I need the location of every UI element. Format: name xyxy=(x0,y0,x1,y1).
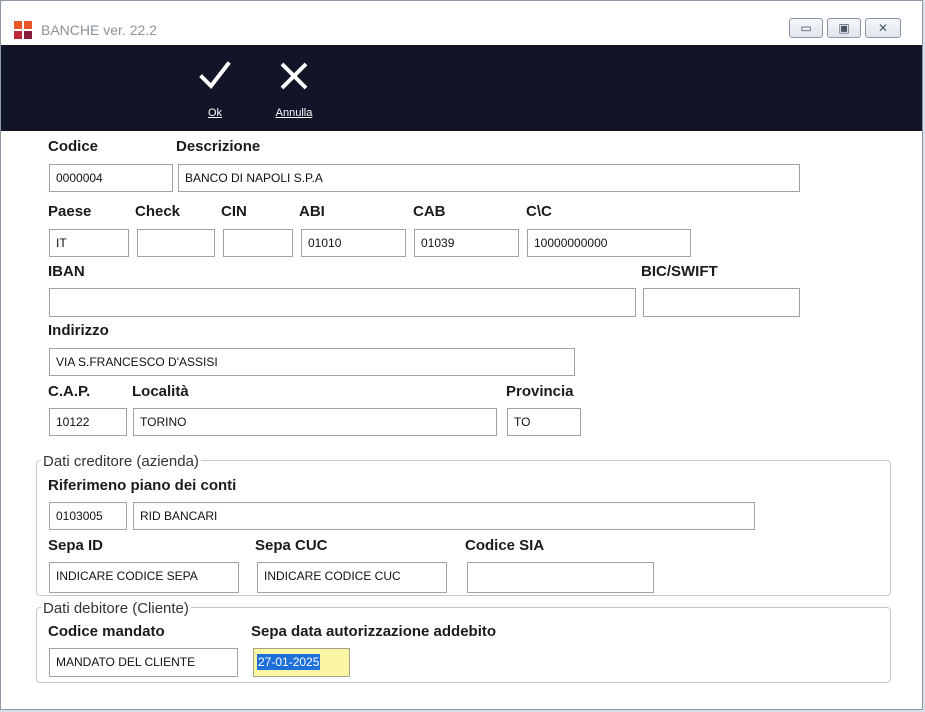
cap-field[interactable]: 10122 xyxy=(49,408,127,436)
paese-field[interactable]: IT xyxy=(49,229,129,257)
cin-label: CIN xyxy=(221,203,247,220)
localita-label: Località xyxy=(132,383,189,400)
cancel-button[interactable]: Annulla xyxy=(254,45,334,131)
close-button[interactable]: ✕ xyxy=(865,18,901,38)
abi-field[interactable]: 01010 xyxy=(301,229,406,257)
indirizzo-field[interactable]: VIA S.FRANCESCO D'ASSISI xyxy=(49,348,575,376)
descrizione-label: Descrizione xyxy=(176,138,261,155)
sepa-cuc-label: Sepa CUC xyxy=(255,537,328,554)
check-field[interactable] xyxy=(137,229,215,257)
provincia-label: Provincia xyxy=(506,383,574,400)
checkmark-icon xyxy=(199,61,231,90)
selected-date-text: 27-01-2025 xyxy=(257,654,321,670)
maximize-icon: ▣ xyxy=(838,21,850,35)
ok-label: Ok xyxy=(207,107,223,119)
cancel-label: Annulla xyxy=(275,107,313,119)
app-logo-icon xyxy=(14,21,32,39)
ok-button[interactable]: Ok xyxy=(175,45,255,131)
iban-label: IBAN xyxy=(48,263,85,280)
title-bar: BANCHE ver. 22.2 ▭ ▣ ✕ xyxy=(1,1,922,45)
codice-sia-label: Codice SIA xyxy=(465,537,545,554)
cc-label: C\C xyxy=(526,203,552,220)
provincia-field[interactable]: TO xyxy=(507,408,581,436)
codice-label: Codice xyxy=(48,138,99,155)
codice-sia-field[interactable] xyxy=(467,562,654,593)
minimize-icon: ▭ xyxy=(800,21,812,35)
cab-field[interactable]: 01039 xyxy=(414,229,519,257)
iban-field[interactable] xyxy=(49,288,636,317)
cc-field[interactable]: 10000000000 xyxy=(527,229,691,257)
descrizione-field[interactable]: BANCO DI NAPOLI S.P.A xyxy=(178,164,800,192)
sepa-cuc-field[interactable]: INDICARE CODICE CUC xyxy=(257,562,447,593)
cin-field[interactable] xyxy=(223,229,293,257)
debitore-group-title: Dati debitore (Cliente) xyxy=(41,600,191,617)
check-label: Check xyxy=(135,203,181,220)
window-title: BANCHE ver. 22.2 xyxy=(41,22,157,38)
rif-piano-conti-label: Riferimeno piano dei conti xyxy=(48,477,237,494)
bic-field[interactable] xyxy=(643,288,800,317)
close-icon: ✕ xyxy=(877,21,889,35)
close-x-icon xyxy=(280,62,308,90)
app-window: BANCHE ver. 22.2 ▭ ▣ ✕ Ok Annulla Codice… xyxy=(0,0,923,710)
sepa-data-aut-label: Sepa data autorizzazione addebito xyxy=(251,623,497,640)
indirizzo-label: Indirizzo xyxy=(48,322,109,339)
bic-label: BIC/SWIFT xyxy=(641,263,718,280)
paese-label: Paese xyxy=(48,203,92,220)
localita-field[interactable]: TORINO xyxy=(133,408,497,436)
cab-label: CAB xyxy=(413,203,446,220)
maximize-button[interactable]: ▣ xyxy=(827,18,861,38)
sepa-id-field[interactable]: INDICARE CODICE SEPA xyxy=(49,562,239,593)
sepa-id-label: Sepa ID xyxy=(48,537,104,554)
codice-field[interactable]: 0000004 xyxy=(49,164,173,192)
codice-mandato-field[interactable]: MANDATO DEL CLIENTE xyxy=(49,648,238,677)
abi-label: ABI xyxy=(299,203,325,220)
cap-label: C.A.P. xyxy=(48,383,91,400)
rif-desc-field[interactable]: RID BANCARI xyxy=(133,502,755,530)
minimize-button[interactable]: ▭ xyxy=(789,18,823,38)
rif-code-field[interactable]: 0103005 xyxy=(49,502,127,530)
codice-mandato-label: Codice mandato xyxy=(48,623,165,640)
creditore-group-title: Dati creditore (azienda) xyxy=(41,453,201,470)
toolbar: Ok Annulla xyxy=(1,45,922,131)
sepa-data-aut-field[interactable]: 27-01-2025 xyxy=(253,648,350,677)
